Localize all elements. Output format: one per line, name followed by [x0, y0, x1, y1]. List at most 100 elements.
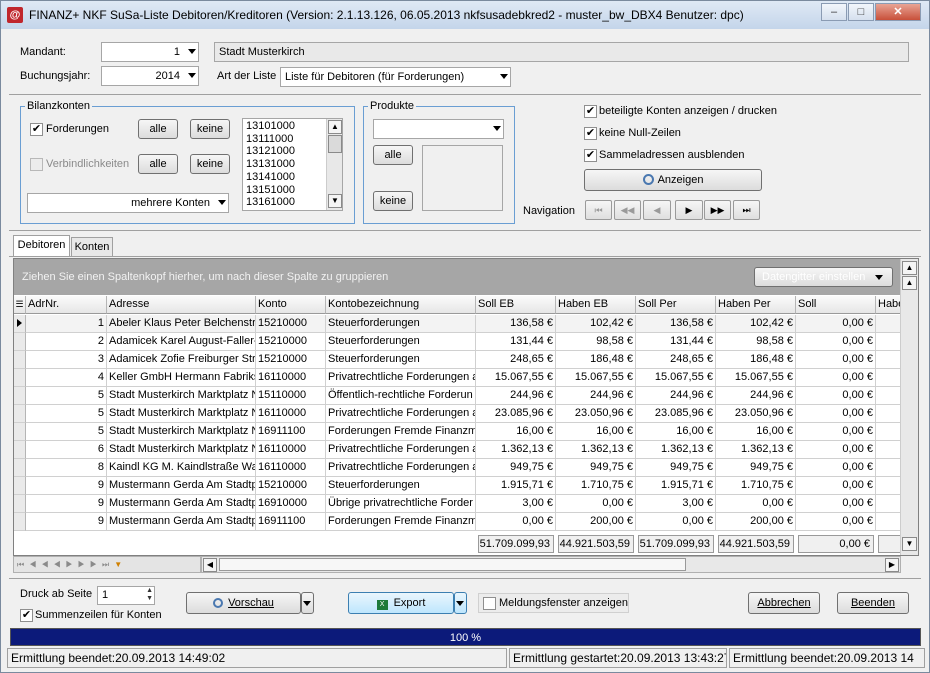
column-header-haben-eb[interactable]: Haben EB [556, 296, 636, 314]
forderungen-alle-button[interactable]: alle [138, 119, 178, 139]
mandant-select[interactable]: 1 [101, 42, 199, 62]
column-header-kontobezeichnung[interactable]: Kontobezeichnung [326, 296, 476, 314]
column-header-haben-per[interactable]: Haben Per [716, 296, 796, 314]
grid-vertical-scrollbar[interactable]: ▲ ▲ ▼ [900, 259, 918, 555]
row-indicator[interactable] [14, 351, 26, 369]
row-indicator[interactable] [14, 333, 26, 351]
export-dropdown-button[interactable] [454, 592, 467, 614]
next-record-button[interactable]: ▶ [675, 200, 703, 220]
minimize-button[interactable]: – [821, 3, 847, 21]
meldungsfenster-checkbox[interactable] [483, 597, 496, 610]
scroll-up-icon[interactable]: ▲ [328, 120, 342, 134]
record-navigator[interactable]: ⏮◀◀◀▶▶▶⏭▼ [13, 556, 201, 573]
mehrere-konten-select[interactable]: mehrere Konten [27, 193, 229, 213]
grid-horizontal-scrollbar[interactable]: ◀ ▶ [201, 556, 901, 573]
beenden-button[interactable]: Beenden [837, 592, 909, 614]
table-row[interactable]: 5 Stadt Musterkirch Marktplatz N 16911100 F… [14, 423, 902, 441]
column-header-adresse[interactable]: Adresse [107, 296, 256, 314]
account-item[interactable]: 13141000 [246, 171, 295, 184]
row-indicator[interactable] [14, 387, 26, 405]
vorschau-button[interactable]: Vorschau [186, 592, 301, 614]
accounts-scrollbar[interactable]: ▲ ▼ [326, 119, 342, 210]
table-row[interactable]: 5 Stadt Musterkirch Marktplatz N 16110000 P… [14, 405, 902, 423]
account-item[interactable]: 13101000 [246, 120, 295, 133]
produkte-listbox[interactable] [422, 145, 503, 211]
table-row[interactable]: 9 Mustermann Gerda Am Stadtpa 16911100 Ford… [14, 513, 902, 531]
produkte-keine-button[interactable]: keine [373, 191, 413, 211]
column-chooser-icon[interactable]: ☰ [14, 296, 26, 314]
account-item[interactable]: 13121000 [246, 145, 295, 158]
column-header-soll[interactable]: Soll [796, 296, 876, 314]
maximize-button[interactable]: □ [848, 3, 874, 21]
table-cell: 1.362,13 € [636, 441, 716, 459]
row-indicator[interactable] [14, 459, 26, 477]
summenzeilen-checkbox[interactable]: ✔ [20, 609, 33, 622]
account-item[interactable]: 13131000 [246, 158, 295, 171]
table-cell: 131,44 € [636, 333, 716, 351]
druck-ab-seite-spinner[interactable]: 1 ▲ ▼ [97, 586, 155, 605]
first-record-button[interactable]: ⏮ [585, 200, 612, 220]
filter-icon[interactable]: ▼ [114, 560, 127, 569]
forderungen-keine-button[interactable]: keine [190, 119, 230, 139]
last-record-button[interactable]: ⏭ [733, 200, 760, 220]
sammeladressen-checkbox[interactable]: ✔ [584, 149, 597, 162]
tab-debitoren[interactable]: Debitoren [13, 235, 70, 257]
export-button[interactable]: X Export [348, 592, 454, 614]
column-header-soll-eb[interactable]: Soll EB [476, 296, 556, 314]
row-indicator[interactable] [14, 441, 26, 459]
table-cell: 248,65 € [636, 351, 716, 369]
table-row[interactable]: 5 Stadt Musterkirch Marktplatz N 15110000 Ö… [14, 387, 902, 405]
scroll-left-icon[interactable]: ◀ [203, 558, 217, 572]
next-page-button[interactable]: ▶▶ [704, 200, 731, 220]
abbrechen-button[interactable]: Abbrechen [748, 592, 820, 614]
close-button[interactable]: ✕ [875, 3, 921, 21]
table-row[interactable]: 6 Stadt Musterkirch Marktplatz N 16110000 P… [14, 441, 902, 459]
scroll-right-icon[interactable]: ▶ [885, 558, 899, 572]
buchungsjahr-select[interactable]: 2014 [101, 66, 199, 86]
account-item[interactable]: 13111000 [246, 133, 295, 146]
datengitter-einstellen-button[interactable]: Datengitter einstellen [754, 267, 893, 287]
table-row[interactable]: 4 Keller GmbH Hermann Fabrikstr 16110000 Pr… [14, 369, 902, 387]
scroll-down-icon[interactable]: ▼ [328, 194, 342, 208]
table-row[interactable]: 3 Adamicek Zofie Freiburger Str. 15210000 S… [14, 351, 902, 369]
vorschau-dropdown-button[interactable] [301, 592, 314, 614]
table-row[interactable]: 2 Adamicek Karel August-Faller-S 15210000 S… [14, 333, 902, 351]
table-row[interactable]: 1 Abeler Klaus Peter Belchenstr. 15210000 S… [14, 315, 902, 333]
row-indicator[interactable] [14, 423, 26, 441]
group-panel[interactable]: Ziehen Sie einen Spaltenkopf hierher, um… [14, 259, 902, 295]
prev-page-button[interactable]: ◀◀ [614, 200, 641, 220]
scroll-thumb[interactable] [328, 135, 342, 153]
verbindlichkeiten-alle-button[interactable]: alle [138, 154, 178, 174]
spinner-arrows-icon[interactable]: ▲ ▼ [146, 587, 153, 603]
produkte-select[interactable] [373, 119, 504, 139]
row-indicator[interactable] [14, 369, 26, 387]
row-indicator[interactable] [14, 477, 26, 495]
account-item[interactable]: 13161000 [246, 196, 295, 209]
verbindlichkeiten-keine-button[interactable]: keine [190, 154, 230, 174]
column-header-konto[interactable]: Konto [256, 296, 326, 314]
row-indicator[interactable] [14, 405, 26, 423]
scroll-thumb[interactable] [219, 558, 686, 571]
column-header-adrnr[interactable]: AdrNr. [26, 296, 107, 314]
table-row[interactable]: 9 Mustermann Gerda Am Stadtpa 16910000 Übri… [14, 495, 902, 513]
art-der-liste-select[interactable]: Liste für Debitoren (für Forderungen) [280, 67, 511, 87]
scroll-up-icon[interactable]: ▲ [902, 261, 917, 275]
prev-record-button[interactable]: ◀ [643, 200, 671, 220]
scroll-down-icon[interactable]: ▼ [902, 537, 917, 551]
row-indicator[interactable] [14, 513, 26, 531]
forderungen-checkbox[interactable]: ✔ [30, 123, 43, 136]
anzeigen-button[interactable]: Anzeigen [584, 169, 762, 191]
accounts-listbox[interactable]: 13101000 13111000 13121000 13131000 13141000… [242, 118, 343, 211]
table-row[interactable]: 8 Kaindl KG M. Kaindlstraße Wals 16110000 P… [14, 459, 902, 477]
table-row[interactable]: 9 Mustermann Gerda Am Stadtpa 15210000 Steu… [14, 477, 902, 495]
scroll-up-icon[interactable]: ▲ [902, 276, 917, 290]
column-header-soll-per[interactable]: Soll Per [636, 296, 716, 314]
null-zeilen-checkbox[interactable]: ✔ [584, 127, 597, 140]
row-indicator[interactable] [14, 495, 26, 513]
current-row-indicator-icon[interactable] [14, 315, 26, 333]
account-item[interactable]: 13151000 [246, 184, 295, 197]
verbindlichkeiten-checkbox[interactable] [30, 158, 43, 171]
tab-konten[interactable]: Konten [71, 237, 113, 257]
beteiligte-konten-checkbox[interactable]: ✔ [584, 105, 597, 118]
produkte-alle-button[interactable]: alle [373, 145, 413, 165]
